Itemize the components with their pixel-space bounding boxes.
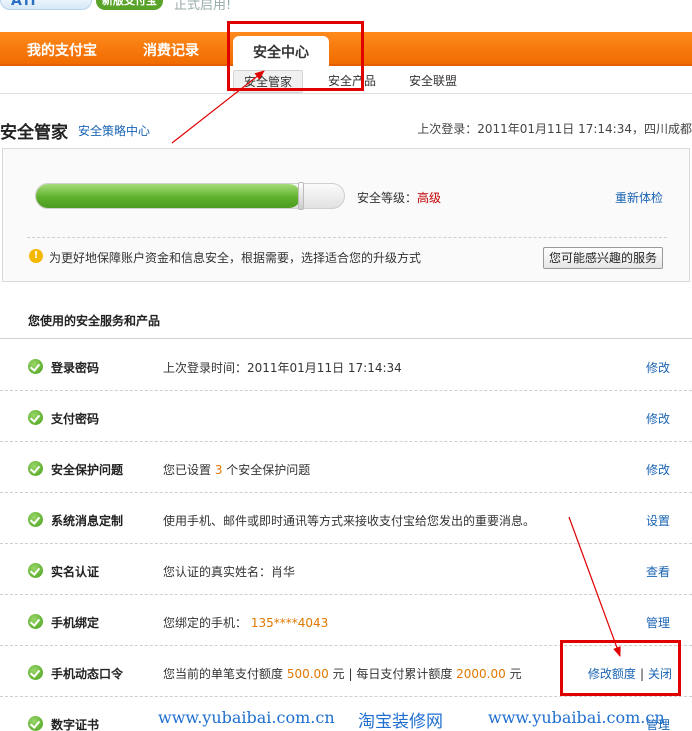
watermark-url-right: www.yubaibai.com.cn: [488, 708, 665, 727]
check-icon: [28, 563, 43, 578]
service-row-real-name: 实名认证 您认证的真实姓名：肖华 查看: [0, 544, 692, 595]
service-row-security-questions: 安全保护问题 您已设置 3 个安全保护问题 修改: [0, 442, 692, 493]
alipay-logo[interactable]: Ali: [0, 0, 92, 10]
service-desc: 上次登录时间：2011年01月11日 17:14:34: [163, 361, 402, 375]
subnav-security-alliance[interactable]: 安全联盟: [409, 72, 457, 89]
service-desc: 您认证的真实姓名：肖华: [163, 565, 296, 579]
check-icon: [28, 359, 43, 374]
new-version-badge: 新版支付宝: [96, 0, 163, 10]
nav-consumption-records[interactable]: 消费记录: [143, 40, 199, 60]
check-icon: [28, 716, 43, 731]
services-heading: 您使用的安全服务和产品: [28, 314, 161, 328]
setup-messages-link[interactable]: 设置: [646, 512, 670, 529]
service-row-message-subscription: 系统消息定制 使用手机、邮件或即时通讯等方式来接收支付宝给您发出的重要消息。 设…: [0, 493, 692, 544]
view-real-name-link[interactable]: 查看: [646, 563, 670, 580]
bound-phone-number: 135****4043: [250, 616, 329, 630]
security-level-value: 高级: [417, 191, 442, 205]
service-name: 支付密码: [51, 412, 100, 426]
service-row-phone-binding: 手机绑定 您绑定的手机： 135****4043 管理: [0, 595, 692, 646]
watermark-shop-name: 淘宝装修网: [358, 712, 443, 731]
security-level-fill: [36, 184, 301, 208]
check-icon: [28, 665, 43, 680]
service-desc: 使用手机、邮件或即时通讯等方式来接收支付宝给您发出的重要消息。: [163, 514, 536, 528]
check-icon: [28, 614, 43, 629]
service-name: 手机绑定: [51, 616, 100, 630]
single-payment-limit: 500.00: [286, 667, 329, 681]
service-desc: 您绑定的手机： 135****4043: [163, 616, 329, 630]
panel-divider: [27, 237, 667, 238]
annotation-box-security-center: [227, 21, 364, 91]
check-icon: [28, 410, 43, 425]
service-row-login-password: 登录密码 上次登录时间：2011年01月11日 17:14:34 修改: [0, 340, 692, 391]
manage-phone-link[interactable]: 管理: [646, 614, 670, 631]
last-login-info: 上次登录：2011年01月11日 17:14:34，四川成都: [417, 122, 692, 136]
security-level-label: 安全等级：: [357, 191, 418, 205]
logo-text: Ali: [11, 0, 38, 9]
service-desc: 您已设置 3 个安全保护问题: [163, 463, 311, 477]
service-name: 实名认证: [51, 565, 100, 579]
page-title: 安全管家: [0, 123, 68, 143]
modify-security-questions-link[interactable]: 修改: [646, 461, 670, 478]
daily-payment-limit: 2000.00: [456, 667, 506, 681]
service-name: 手机动态口令: [51, 667, 124, 681]
modify-payment-password-link[interactable]: 修改: [646, 410, 670, 427]
watermark-url-left: www.yubaibai.com.cn: [158, 708, 335, 727]
list-divider: [0, 338, 692, 339]
warning-icon: !: [29, 249, 43, 263]
upgrade-tip-text: 为更好地保障账户资金和信息安全，根据需要，选择适合您的升级方式: [49, 251, 422, 265]
service-name: 登录密码: [51, 361, 100, 375]
security-level-handle: [298, 182, 304, 210]
security-level-bar: [35, 182, 345, 210]
security-level-text: 安全等级：高级: [357, 189, 441, 206]
modify-login-password-link[interactable]: 修改: [646, 359, 670, 376]
nav-my-alipay[interactable]: 我的支付宝: [27, 40, 97, 60]
security-strategy-link[interactable]: 安全策略中心: [78, 122, 150, 139]
recheck-link[interactable]: 重新体检: [615, 189, 663, 206]
service-name: 数字证书: [51, 718, 100, 731]
logo-strip: Ali 新版支付宝 正式启用!: [0, 0, 692, 14]
service-name: 安全保护问题: [51, 463, 124, 477]
security-level-panel: 安全等级：高级 重新体检 ! 为更好地保障账户资金和信息安全，根据需要，选择适合…: [2, 148, 690, 282]
interested-services-button[interactable]: 您可能感兴趣的服务: [542, 247, 663, 269]
service-row-payment-password: 支付密码 修改: [0, 391, 692, 442]
check-icon: [28, 512, 43, 527]
annotation-box-modify-limit: [560, 640, 681, 696]
check-icon: [28, 461, 43, 476]
official-launch-text: 正式启用!: [174, 0, 232, 13]
service-name: 系统消息定制: [51, 514, 124, 528]
service-desc: 您当前的单笔支付额度 500.00 元 | 每日支付累计额度 2000.00 元: [163, 667, 522, 681]
